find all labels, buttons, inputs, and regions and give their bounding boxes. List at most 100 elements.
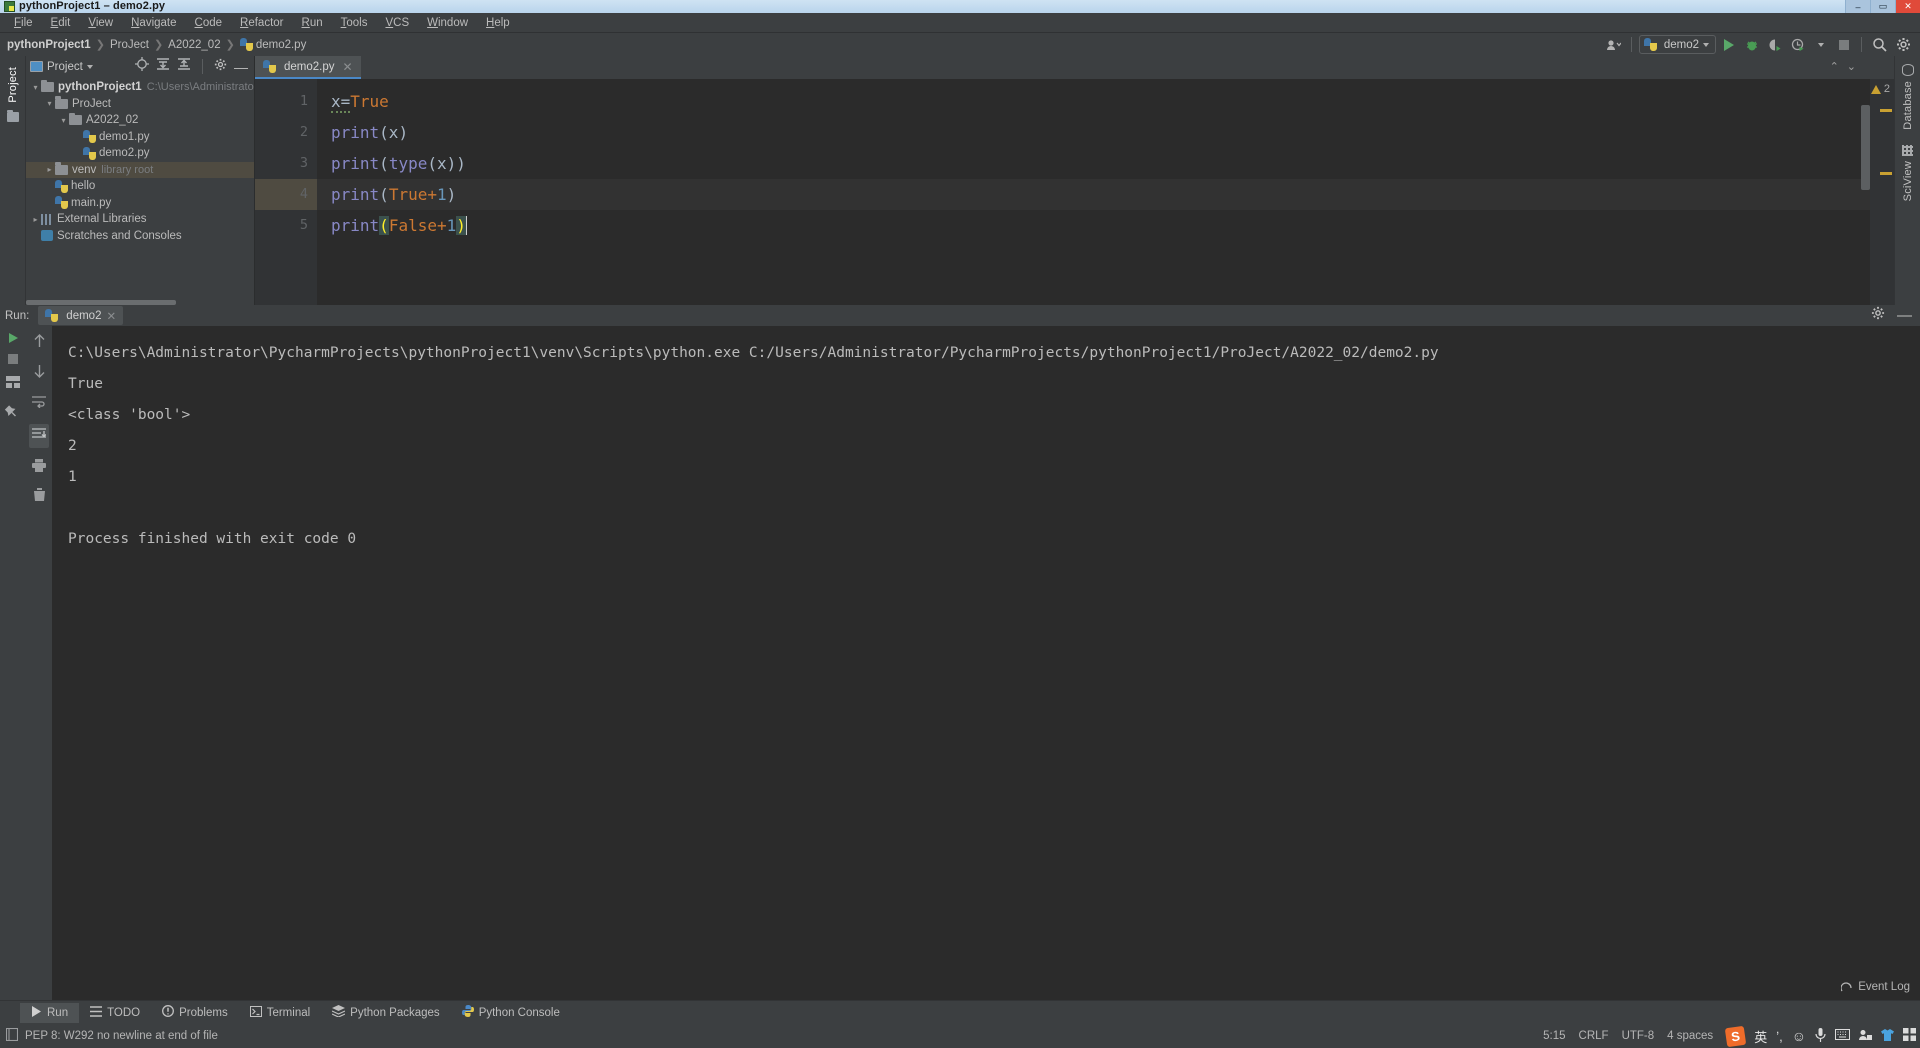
emoji-icon[interactable]: ☺	[1792, 1028, 1806, 1044]
close-button[interactable]: ✕	[1895, 0, 1920, 13]
chevron-right-icon[interactable]: ▸	[44, 165, 55, 174]
sidebar-tab-database[interactable]: Database	[1902, 76, 1914, 135]
settings-gear-icon[interactable]	[1893, 35, 1914, 55]
run-tab-demo2[interactable]: demo2 ✕	[38, 306, 124, 325]
minimize-button[interactable]: –	[1845, 0, 1870, 13]
tree-item-pythonproject1[interactable]: ▾ pythonProject1 C:\Users\Administrator\Py	[26, 79, 254, 96]
toolwindow-todo[interactable]: TODO	[79, 1003, 151, 1023]
expand-all-icon[interactable]	[156, 57, 170, 76]
sciview-icon	[1902, 144, 1913, 156]
breadcrumb-item-3[interactable]: demo2.py	[239, 38, 306, 51]
toolwindow-terminal[interactable]: Terminal	[239, 1003, 321, 1023]
line-separator[interactable]: CRLF	[1579, 1030, 1609, 1042]
tree-item-demo2-py[interactable]: demo2.py	[26, 145, 254, 162]
sogou-icon[interactable]: S	[1724, 1025, 1747, 1047]
print-icon[interactable]	[32, 459, 46, 477]
menu-item-file[interactable]: File	[5, 15, 42, 31]
layout-icon[interactable]	[6, 375, 20, 393]
menu-item-view[interactable]: View	[79, 15, 122, 31]
keyboard-icon[interactable]	[1835, 1029, 1850, 1043]
punctuation-icon[interactable]: ʼ,	[1776, 1029, 1783, 1044]
apps-icon[interactable]	[1903, 1028, 1916, 1044]
ime-lang-icon[interactable]: 英	[1754, 1027, 1767, 1046]
inspection-status[interactable]: 2	[1870, 83, 1890, 95]
line-number: 3	[299, 155, 308, 171]
locate-target-icon[interactable]	[135, 57, 149, 76]
prev-warning-icon[interactable]: ⌃	[1830, 60, 1839, 73]
indent-setting[interactable]: 4 spaces	[1667, 1030, 1713, 1042]
mic-icon[interactable]	[1815, 1027, 1826, 1045]
chevron-down-icon[interactable]: ▾	[30, 83, 41, 92]
collapse-all-icon[interactable]	[177, 57, 191, 76]
breadcrumb-item-1[interactable]: ProJect	[110, 39, 149, 51]
editor-vertical-scrollbar[interactable]	[1861, 105, 1870, 190]
tree-item-demo1-py[interactable]: demo1.py	[26, 129, 254, 146]
stop-icon[interactable]	[1834, 35, 1854, 55]
hide-panel-icon[interactable]: —	[1897, 308, 1912, 323]
down-arrow-icon[interactable]	[33, 364, 46, 384]
toolwindow-run[interactable]: Run	[20, 1002, 80, 1023]
user-icon[interactable]	[1603, 35, 1624, 55]
menu-item-help[interactable]: Help	[477, 15, 519, 31]
breadcrumb-item-2[interactable]: A2022_02	[168, 39, 220, 51]
menu-item-edit[interactable]: Edit	[42, 15, 80, 31]
menu-item-refactor[interactable]: Refactor	[231, 15, 292, 31]
tree-item-main-py[interactable]: main.py	[26, 195, 254, 212]
stop-icon[interactable]	[8, 354, 18, 364]
profile-dropdown-icon[interactable]	[1811, 35, 1831, 55]
close-icon[interactable]: ✕	[106, 309, 116, 323]
sidebar-tab-sciview[interactable]: SciView	[1902, 156, 1914, 206]
profile-icon[interactable]	[1788, 35, 1808, 55]
file-encoding[interactable]: UTF-8	[1622, 1030, 1655, 1042]
run-configuration-selector[interactable]: demo2	[1638, 35, 1716, 54]
menu-item-vcs[interactable]: VCS	[376, 15, 418, 31]
editor-tab-demo2[interactable]: demo2.py ✕	[255, 56, 361, 79]
editor-marker-bar[interactable]: 2	[1870, 79, 1894, 305]
trash-icon[interactable]	[33, 488, 46, 507]
next-warning-icon[interactable]: ⌄	[1847, 60, 1856, 73]
soft-wrap-icon[interactable]	[32, 395, 46, 413]
code-content[interactable]: x=True print(x) print(type(x)) print(Tru…	[317, 79, 1870, 305]
close-icon[interactable]: ✕	[343, 60, 353, 74]
menu-item-window[interactable]: Window	[418, 15, 477, 31]
tree-item-project[interactable]: ▾ ProJect	[26, 96, 254, 113]
chevron-down-icon[interactable]: ▾	[58, 116, 69, 125]
hide-panel-icon[interactable]: —	[234, 60, 248, 74]
menu-item-code[interactable]: Code	[186, 15, 232, 31]
search-icon[interactable]	[1869, 35, 1890, 55]
toolbox-icon[interactable]	[1859, 1029, 1872, 1044]
toolwindow-python-packages[interactable]: Python Packages	[321, 1002, 451, 1023]
coverage-icon[interactable]	[1765, 35, 1785, 55]
breadcrumb-item-0[interactable]: pythonProject1	[7, 39, 91, 51]
scroll-to-end-icon[interactable]	[29, 424, 49, 448]
tree-item-hello[interactable]: hello	[26, 178, 254, 195]
maximize-button[interactable]: ▭	[1870, 0, 1895, 13]
tree-item-scratches-and-consoles[interactable]: Scratches and Consoles	[26, 228, 254, 245]
toolwindow-python-console[interactable]: Python Console	[451, 1002, 571, 1023]
tree-item-venv[interactable]: ▸ venv library root	[26, 161, 254, 178]
project-tree[interactable]: ▾pythonProject1C:\Users\Administrator\Py…	[26, 77, 254, 305]
rerun-icon[interactable]	[8, 333, 18, 343]
settings-gear-icon[interactable]	[1871, 306, 1885, 325]
debug-icon[interactable]	[1742, 35, 1762, 55]
chevron-right-icon[interactable]: ▸	[30, 215, 41, 224]
sidebar-tab-project[interactable]: Project	[7, 62, 19, 108]
run-icon[interactable]	[1719, 35, 1739, 55]
settings-gear-icon[interactable]	[214, 58, 227, 76]
menu-item-tools[interactable]: Tools	[332, 15, 377, 31]
caret-position[interactable]: 5:15	[1543, 1030, 1565, 1042]
chevron-down-icon[interactable]: ▾	[44, 99, 55, 108]
skin-icon[interactable]	[1881, 1028, 1894, 1044]
up-arrow-icon[interactable]	[33, 333, 46, 353]
menu-item-run[interactable]: Run	[293, 15, 332, 31]
tree-item-external-libraries[interactable]: ▸ External Libraries	[26, 211, 254, 228]
console-output[interactable]: C:\Users\Administrator\PycharmProjects\p…	[52, 326, 1920, 1000]
marker-stripe[interactable]	[1880, 109, 1892, 112]
event-log-button[interactable]: Event Log	[1841, 981, 1910, 993]
chevron-down-icon[interactable]	[86, 64, 93, 69]
pin-icon[interactable]	[1, 402, 24, 425]
toolwindow-problems[interactable]: Problems	[151, 1002, 239, 1023]
menu-item-navigate[interactable]: Navigate	[122, 15, 185, 31]
marker-stripe[interactable]	[1880, 172, 1892, 175]
tree-item-a2022-02[interactable]: ▾ A2022_02	[26, 112, 254, 129]
